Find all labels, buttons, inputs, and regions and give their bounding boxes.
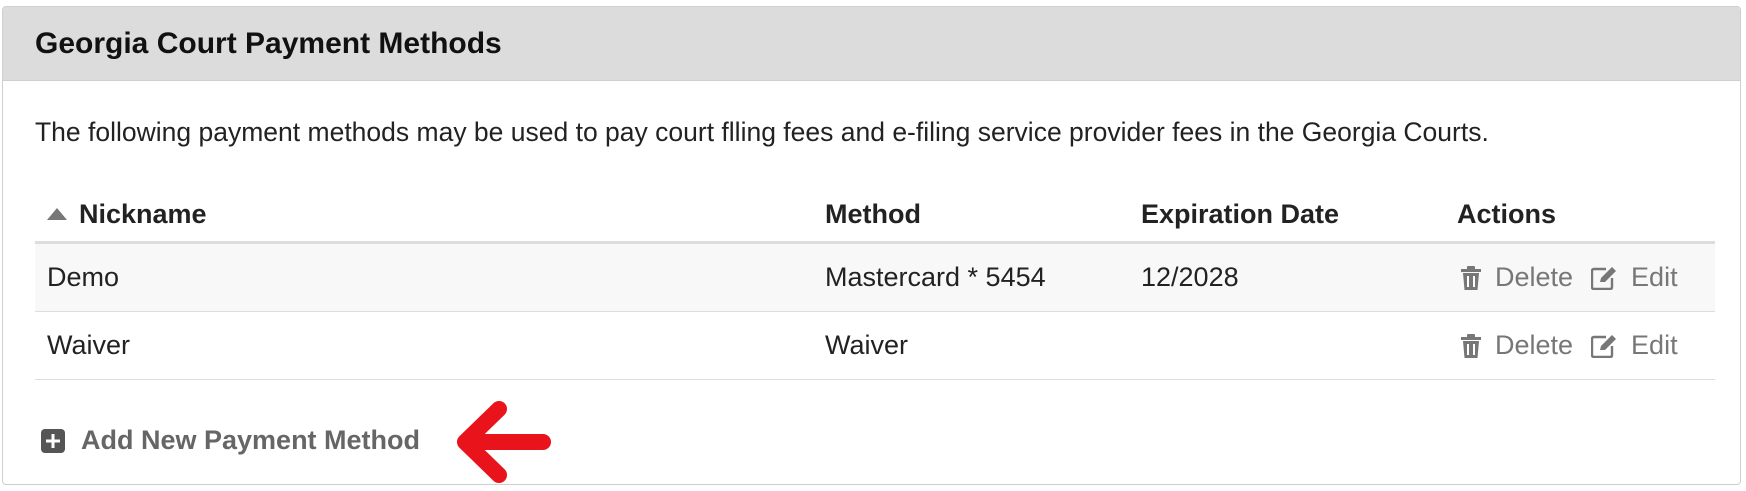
cell-nickname: Waiver <box>47 330 131 360</box>
column-header-method: Method <box>825 198 921 229</box>
edit-icon <box>1591 266 1617 290</box>
edit-label: Edit <box>1631 262 1678 292</box>
cell-actions: Delete Edit <box>1461 244 1696 311</box>
panel-header: Georgia Court Payment Methods <box>3 7 1740 81</box>
red-arrow-icon <box>457 401 551 483</box>
edit-icon <box>1591 334 1617 358</box>
cell-nickname: Demo <box>47 262 120 292</box>
plus-square-icon <box>41 428 65 453</box>
delete-button[interactable]: Delete <box>1461 262 1573 293</box>
delete-button[interactable]: Delete <box>1461 330 1573 361</box>
payment-methods-table: Nickname Method Expiration Date Actions … <box>35 187 1715 380</box>
table-row: Demo Mastercard * 5454 12/2028 Delete Ed… <box>35 244 1715 312</box>
delete-label: Delete <box>1495 330 1574 360</box>
column-header-expiration: Expiration Date <box>1141 198 1340 229</box>
cell-actions: Delete Edit <box>1461 312 1696 379</box>
add-payment-method-button[interactable]: Add New Payment Method <box>41 425 420 456</box>
trash-icon <box>1461 333 1481 358</box>
page-title: Georgia Court Payment Methods <box>35 26 502 60</box>
cell-method: Mastercard * 5454 <box>825 262 1046 292</box>
payment-methods-panel: Georgia Court Payment Methods The follow… <box>2 6 1741 485</box>
trash-icon <box>1461 265 1481 290</box>
add-payment-method-label: Add New Payment Method <box>81 425 421 455</box>
cell-method: Waiver <box>825 330 909 360</box>
edit-button[interactable]: Edit <box>1591 330 1678 361</box>
cell-expiration: 12/2028 <box>1141 262 1239 292</box>
edit-button[interactable]: Edit <box>1591 262 1678 293</box>
column-header-nickname-label: Nickname <box>79 198 207 229</box>
table-header: Nickname Method Expiration Date Actions <box>35 187 1715 244</box>
column-header-actions: Actions <box>1457 198 1557 229</box>
delete-label: Delete <box>1495 262 1574 292</box>
column-header-nickname[interactable]: Nickname <box>35 187 207 241</box>
edit-label: Edit <box>1631 330 1678 360</box>
sort-ascending-icon[interactable] <box>47 208 67 220</box>
intro-text: The following payment methods may be use… <box>35 117 1489 147</box>
table-row: Waiver Waiver Delete Edit <box>35 312 1715 380</box>
